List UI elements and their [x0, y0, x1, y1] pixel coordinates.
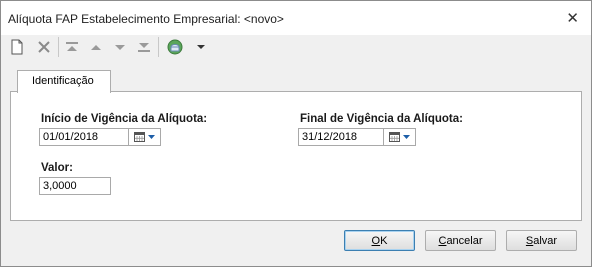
- toolbar-separator: [158, 37, 159, 57]
- calendar-icon: [389, 132, 400, 142]
- previous-record-icon[interactable]: [86, 37, 106, 57]
- final-date-field[interactable]: 31/12/2018: [298, 128, 384, 146]
- chevron-down-icon: [148, 135, 155, 139]
- inicio-label: Início de Vigência da Alíquota:: [41, 113, 208, 125]
- ok-button[interactable]: OK: [344, 230, 415, 251]
- last-record-icon[interactable]: [134, 37, 154, 57]
- salvar-mnemonic: S: [525, 234, 534, 247]
- ok-mnemonic: O: [371, 234, 381, 247]
- toolbar: [1, 35, 591, 61]
- toolbar-separator: [58, 37, 59, 57]
- title-bar: Alíquota FAP Estabelecimento Empresarial…: [1, 1, 591, 35]
- salvar-button[interactable]: Salvar: [506, 230, 577, 251]
- final-calendar-button[interactable]: [384, 128, 416, 146]
- tab-label: Identificação: [32, 75, 94, 87]
- cancelar-button[interactable]: Cancelar: [425, 230, 496, 251]
- salvar-label-rest: alvar: [533, 234, 558, 247]
- next-record-icon[interactable]: [110, 37, 130, 57]
- valor-field[interactable]: 3,0000: [39, 177, 111, 195]
- inicio-date-field[interactable]: 01/01/2018: [39, 128, 129, 146]
- valor-label: Valor:: [41, 162, 73, 174]
- dropdown-arrow-icon[interactable]: [191, 37, 211, 57]
- inicio-calendar-button[interactable]: [129, 128, 161, 146]
- window-title: Alíquota FAP Estabelecimento Empresarial…: [8, 12, 284, 26]
- close-icon[interactable]: ✕: [566, 9, 579, 27]
- calendar-icon: [134, 132, 145, 142]
- tab-identificacao[interactable]: Identificação: [17, 70, 111, 93]
- ok-label-rest: K: [380, 234, 388, 247]
- chevron-down-icon: [403, 135, 410, 139]
- cancelar-mnemonic: C: [438, 234, 447, 247]
- dialog-window: Alíquota FAP Estabelecimento Empresarial…: [0, 0, 592, 267]
- new-document-icon[interactable]: [7, 37, 27, 57]
- final-label: Final de Vigência da Alíquota:: [300, 113, 463, 125]
- tab-panel: Início de Vigência da Alíquota: 01/01/20…: [10, 91, 582, 221]
- database-icon[interactable]: [165, 37, 185, 57]
- first-record-icon[interactable]: [62, 37, 82, 57]
- delete-icon[interactable]: [34, 37, 54, 57]
- cancelar-label-rest: ancelar: [446, 234, 483, 247]
